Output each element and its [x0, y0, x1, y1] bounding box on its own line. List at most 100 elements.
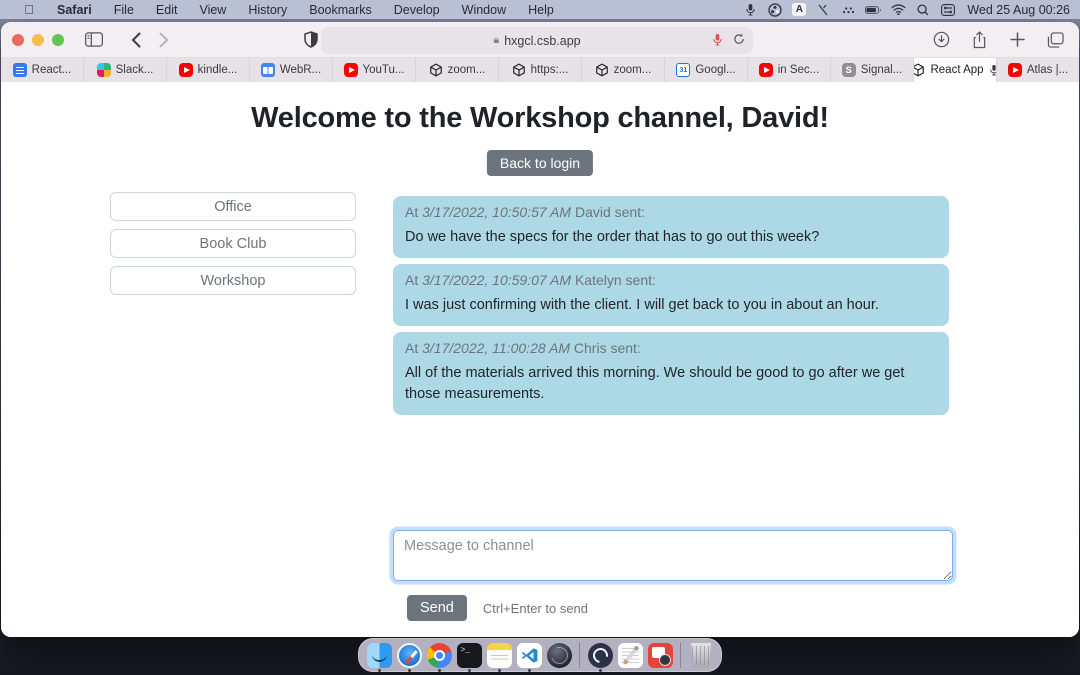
tab-label: YouTu...: [363, 64, 405, 76]
battery-icon[interactable]: [865, 3, 881, 17]
apple-menu-icon[interactable]: : [12, 2, 46, 17]
chat-message: At 3/17/2022, 10:50:57 AM David sent: Do…: [393, 196, 949, 258]
message-list: At 3/17/2022, 10:50:57 AM David sent: Do…: [393, 196, 949, 421]
tab-label: React...: [32, 64, 72, 76]
safari-window: 🔒︎ hxgcl.csb.app: [1, 22, 1079, 637]
dock-photos-app-icon[interactable]: [647, 643, 673, 668]
reload-icon[interactable]: [733, 33, 745, 48]
send-button[interactable]: Send: [407, 595, 467, 621]
message-header: At 3/17/2022, 11:00:28 AM Chris sent:: [405, 340, 937, 356]
menu-history[interactable]: History: [237, 3, 298, 17]
dock-vscode-icon[interactable]: [516, 643, 542, 668]
minimize-window-button[interactable]: [32, 34, 44, 46]
menu-help[interactable]: Help: [517, 3, 565, 17]
cube-favicon: [914, 63, 925, 77]
message-time: 3/17/2022, 10:50:57 AM: [422, 204, 571, 220]
tab-label: Googl...: [695, 64, 735, 76]
channel-button-office[interactable]: Office: [110, 192, 356, 221]
message-sender: Chris sent:: [574, 340, 641, 356]
youtube-favicon: [344, 63, 358, 77]
obs-status-icon[interactable]: [767, 3, 783, 17]
downloads-button[interactable]: [927, 27, 955, 53]
tab-google-calendar[interactable]: Googl...: [665, 58, 748, 82]
share-button[interactable]: [965, 27, 993, 53]
menu-edit[interactable]: Edit: [145, 3, 189, 17]
menu-clock[interactable]: Wed 25 Aug 00:26: [965, 3, 1070, 17]
input-source-icon[interactable]: A: [792, 3, 806, 16]
back-button[interactable]: [122, 27, 150, 53]
tab-in-sec[interactable]: in Sec...: [748, 58, 831, 82]
menu-file[interactable]: File: [103, 3, 145, 17]
send-row: Send Ctrl+Enter to send: [407, 595, 588, 621]
tab-label: in Sec...: [778, 64, 820, 76]
dots-status-icon[interactable]: [840, 3, 856, 17]
tab-label: React App: [930, 64, 983, 76]
address-bar[interactable]: 🔒︎ hxgcl.csb.app: [321, 27, 753, 54]
menu-window[interactable]: Window: [451, 3, 517, 17]
youtube-favicon: [179, 63, 193, 77]
tab-react-doc[interactable]: React...: [1, 58, 84, 82]
dock-notes-icon[interactable]: [486, 643, 512, 668]
control-center-icon[interactable]: [940, 3, 956, 17]
signal-favicon: [842, 63, 856, 77]
tab-slack[interactable]: Slack...: [84, 58, 167, 82]
message-header: At 3/17/2022, 10:50:57 AM David sent:: [405, 204, 937, 220]
close-window-button[interactable]: [12, 34, 24, 46]
slack-favicon: [97, 63, 111, 77]
tab-https[interactable]: https:...: [499, 58, 582, 82]
message-body: I was just confirming with the client. I…: [405, 295, 937, 316]
window-controls: [12, 34, 64, 46]
menu-bar:  Safari File Edit View History Bookmark…: [0, 0, 1080, 19]
app-menus: Safari File Edit View History Bookmarks …: [46, 3, 565, 17]
channel-list: Office Book Club Workshop: [110, 192, 356, 295]
youtube-favicon: [759, 63, 773, 77]
forward-button[interactable]: [150, 27, 178, 53]
dock-obs-icon[interactable]: [587, 643, 613, 668]
back-to-login-button[interactable]: Back to login: [487, 150, 593, 176]
menu-safari[interactable]: Safari: [46, 3, 103, 17]
chat-message: At 3/17/2022, 11:00:28 AM Chris sent: Al…: [393, 332, 949, 415]
toolbar-right-cluster: [927, 27, 1069, 53]
message-composer: [393, 530, 953, 586]
chat-message: At 3/17/2022, 10:59:07 AM Katelyn sent: …: [393, 264, 949, 326]
dock-finder-icon[interactable]: [366, 643, 392, 668]
tab-label: zoom...: [448, 64, 486, 76]
google-calendar-favicon: [676, 63, 690, 77]
tab-webrtc[interactable]: WebR...: [250, 58, 333, 82]
tab-atlas[interactable]: Atlas |...: [997, 58, 1079, 82]
sidebar-toggle-button[interactable]: [80, 27, 108, 53]
dock-sphere-app-icon[interactable]: [546, 643, 572, 668]
dock-textedit-icon[interactable]: [617, 643, 643, 668]
tab-react-app-active[interactable]: React App: [914, 58, 997, 82]
tab-signal[interactable]: Signal...: [831, 58, 914, 82]
browser-toolbar: 🔒︎ hxgcl.csb.app: [1, 22, 1079, 58]
dock-terminal-icon[interactable]: [456, 643, 482, 668]
zoom-window-button[interactable]: [52, 34, 64, 46]
spotlight-search-icon[interactable]: [915, 3, 931, 17]
menu-bookmarks[interactable]: Bookmarks: [298, 3, 383, 17]
tab-label: Slack...: [116, 64, 154, 76]
tab-kindle[interactable]: kindle...: [167, 58, 250, 82]
tab-overview-button[interactable]: [1041, 27, 1069, 53]
tab-zoom-1[interactable]: zoom...: [416, 58, 499, 82]
menu-develop[interactable]: Develop: [383, 3, 451, 17]
wifi-icon[interactable]: [890, 3, 906, 17]
message-body: All of the materials arrived this mornin…: [405, 363, 937, 405]
pencil-slash-icon[interactable]: [815, 3, 831, 17]
address-mic-icon[interactable]: [712, 33, 723, 49]
channel-button-book-club[interactable]: Book Club: [110, 229, 356, 258]
tab-label: https:...: [531, 64, 569, 76]
channel-button-workshop[interactable]: Workshop: [110, 266, 356, 295]
tab-audio-mic-icon[interactable]: [989, 64, 997, 76]
dock-chrome-icon[interactable]: [426, 643, 452, 668]
new-tab-button[interactable]: [1003, 27, 1031, 53]
microphone-status-icon[interactable]: [742, 3, 758, 17]
message-input[interactable]: [393, 530, 953, 581]
tab-label: Signal...: [861, 64, 903, 76]
dock-divider: [680, 642, 681, 668]
tab-zoom-2[interactable]: zoom...: [582, 58, 665, 82]
dock-safari-icon[interactable]: [396, 643, 422, 668]
dock-trash-icon[interactable]: [688, 643, 714, 668]
menu-view[interactable]: View: [188, 3, 237, 17]
tab-youtube[interactable]: YouTu...: [333, 58, 416, 82]
